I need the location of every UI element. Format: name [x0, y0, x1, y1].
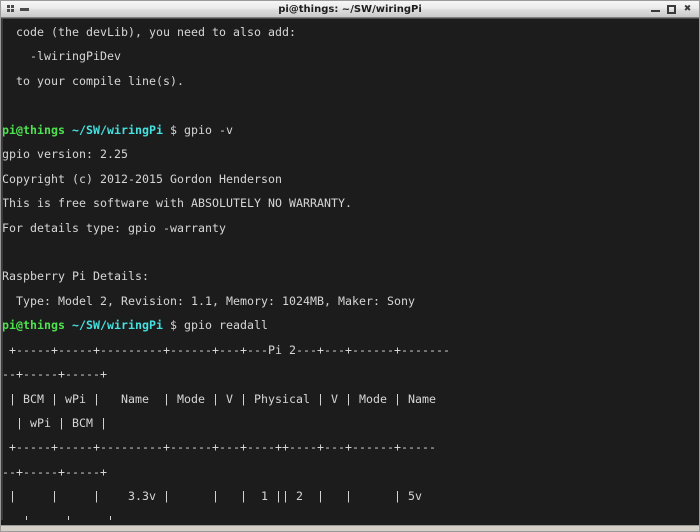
prompt-command: $ gpio readall [163, 318, 269, 333]
terminal-line: gpio version: 2.25 [2, 147, 129, 162]
window-menu-icon[interactable] [7, 5, 14, 13]
terminal-line: This is free software with ABSOLUTELY NO… [2, 196, 353, 211]
titlebar-window-buttons: ✖ [651, 4, 699, 14]
terminal-line: --+-----+-----+ [2, 464, 108, 479]
window-titlebar[interactable]: pi@things: ~/SW/wiringPi ✖ [1, 1, 699, 18]
terminal-line: Copyright (c) 2012-2015 Gordon Henderson [2, 171, 283, 186]
prompt-path: ~/SW/wiringPi [72, 318, 164, 333]
prompt-path: ~/SW/wiringPi [72, 122, 164, 137]
prompt-command: $ gpio -v [163, 122, 234, 137]
prompt-user: pi@things [2, 318, 66, 333]
terminal-line: +-----+-----+---------+------+---+----++… [2, 440, 437, 455]
terminal-output[interactable]: code (the devLib), you need to also add:… [1, 19, 699, 525]
close-icon[interactable]: ✖ [683, 4, 692, 14]
terminal-viewport[interactable]: code (the devLib), you need to also add:… [1, 18, 699, 525]
terminal-prompt-line: pi@things ~/SW/wiringPi $ gpio -v [2, 118, 699, 142]
terminal-line: Type: Model 2, Revision: 1.1, Memory: 10… [2, 293, 416, 308]
window-title: pi@things: ~/SW/wiringPi [278, 3, 422, 15]
maximize-icon[interactable] [667, 4, 676, 14]
terminal-line: +-----+-----+---------+------+---+---Pi … [2, 342, 451, 357]
terminal-line: | BCM | wPi | Name | Mode | V | Physical… [2, 391, 437, 406]
terminal-line: For details type: gpio -warranty [2, 220, 227, 235]
minimize-icon[interactable] [651, 5, 660, 14]
terminal-window: pi@things: ~/SW/wiringPi ✖ code (the dev… [0, 0, 700, 532]
terminal-bottom-padding [1, 520, 699, 525]
terminal-prompt-line: pi@things ~/SW/wiringPi $ gpio readall [2, 313, 699, 337]
terminal-line: code (the devLib), you need to also add: [2, 25, 297, 39]
terminal-line: Raspberry Pi Details: [2, 269, 150, 284]
terminal-line: to your compile line(s). [2, 73, 185, 88]
terminal-line: | wPi | BCM | [2, 416, 108, 430]
window-statusbar [1, 525, 699, 531]
shade-icon[interactable] [20, 7, 29, 11]
terminal-line: -lwiringPiDev [2, 49, 122, 64]
titlebar-left-controls [1, 5, 29, 13]
terminal-line: --+-----+-----+ [2, 367, 108, 382]
prompt-user: pi@things [2, 122, 66, 137]
terminal-line: | | | 3.3v | | | 1 || 2 | | | 5v [2, 489, 423, 504]
